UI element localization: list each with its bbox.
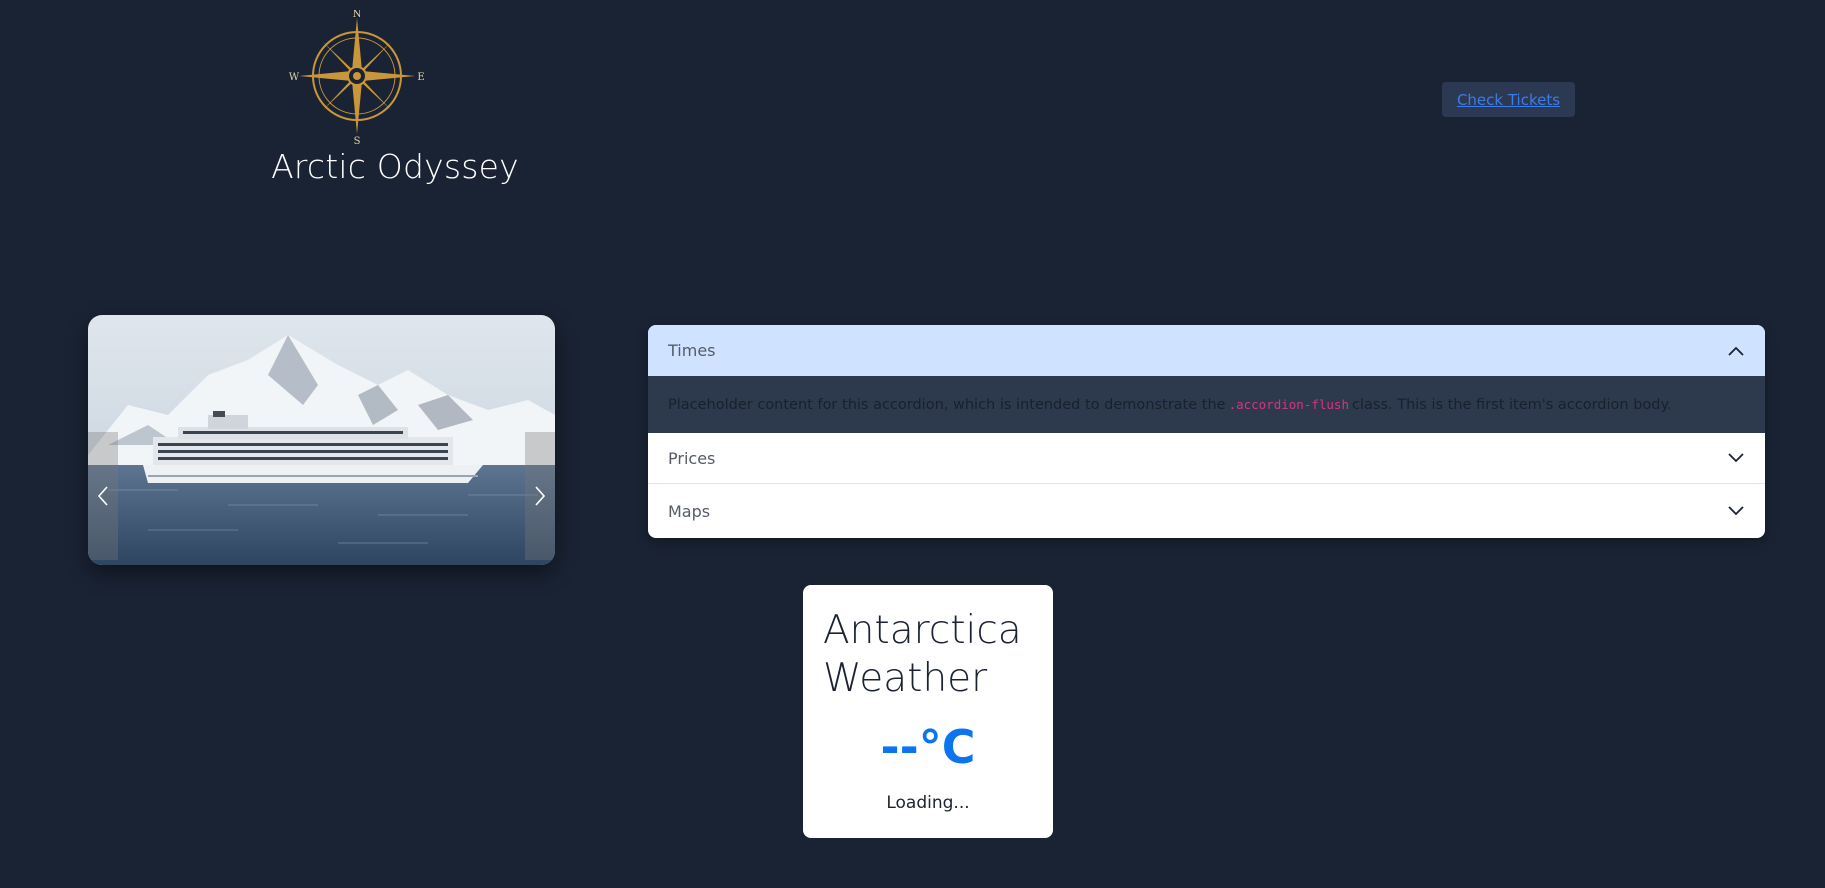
check-tickets-link[interactable]: Check Tickets (1457, 91, 1560, 109)
compass-rose-icon: N S W E (287, 9, 427, 147)
compass-s-label: S (354, 136, 361, 145)
accordion-body-times: Placeholder content for this accordion, … (648, 376, 1765, 433)
weather-title: Antarctica Weather (823, 608, 1022, 701)
carousel-next-button[interactable] (525, 432, 555, 560)
accordion-body-text: Placeholder content for this accordion, … (668, 396, 1226, 413)
check-tickets-button[interactable]: Check Tickets (1442, 82, 1575, 117)
accordion-header-times[interactable]: Times (648, 325, 1765, 376)
image-carousel (88, 315, 555, 565)
compass-e-label: E (417, 72, 424, 83)
carousel-prev-button[interactable] (88, 432, 118, 560)
weather-temperature: --°C (880, 720, 976, 774)
accordion-header-prices[interactable]: Prices (648, 433, 1765, 484)
accordion-header-maps[interactable]: Maps (648, 484, 1765, 538)
chevron-down-icon (1728, 453, 1744, 463)
chevron-down-icon (1728, 506, 1744, 516)
accordion-body-code: .accordion-flush (1228, 397, 1349, 412)
compass-w-label: W (289, 72, 300, 83)
chevron-up-icon (1728, 346, 1744, 356)
page: N S W E Arctic Odyssey Check Tickets Tim… (0, 0, 1825, 888)
chevron-left-icon (97, 486, 108, 506)
accordion-label-maps: Maps (668, 501, 711, 521)
compass-n-label: N (353, 10, 362, 20)
accordion-body-text-end: class. This is the first item's accordio… (1352, 396, 1672, 413)
cruise-ship-image (88, 315, 555, 565)
accordion-label-prices: Prices (668, 448, 716, 468)
weather-card: Antarctica Weather --°C Loading... (803, 585, 1053, 838)
weather-status: Loading... (886, 793, 970, 813)
info-accordion: Times Placeholder content for this accor… (648, 325, 1765, 538)
chevron-right-icon (535, 486, 546, 506)
accordion-label-times: Times (668, 341, 716, 360)
brand-title: Arctic Odyssey (271, 147, 519, 186)
